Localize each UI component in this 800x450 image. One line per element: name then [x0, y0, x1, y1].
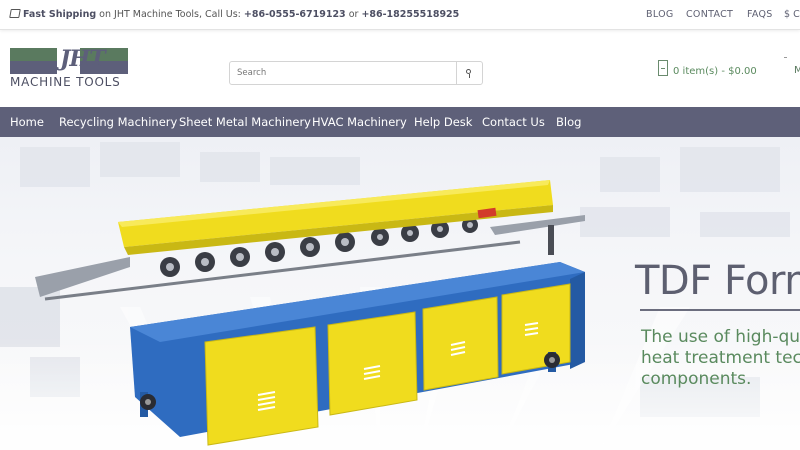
hero-banner[interactable]: TDF Form The use of high-qua heat treatm…: [0, 137, 800, 450]
site-logo[interactable]: JHT MACHINE TOOLS: [10, 46, 128, 89]
phone-2[interactable]: +86-18255518925: [361, 9, 459, 20]
hero-body-line: heat treatment tech: [641, 348, 800, 368]
hero-description: The use of high-qua heat treatment tech …: [641, 327, 800, 390]
logo-tagline: MACHINE TOOLS: [10, 75, 121, 89]
hero-divider: [640, 309, 800, 311]
top-link-blog[interactable]: BLOG: [646, 9, 674, 20]
nav-item-home[interactable]: Home: [10, 115, 44, 129]
shipping-bold: Fast Shipping: [23, 9, 97, 20]
top-link-contact[interactable]: CONTACT: [686, 9, 733, 20]
logo-bar: [10, 61, 57, 74]
shipping-info: Fast Shipping on JHT Machine Tools, Call…: [9, 9, 459, 20]
nav-item-blog[interactable]: Blog: [556, 115, 581, 129]
search-button[interactable]: [456, 62, 482, 84]
search-input[interactable]: [230, 62, 458, 84]
nav-item-hvac-machinery[interactable]: HVAC Machinery: [312, 115, 407, 129]
account-divider: [784, 57, 787, 58]
hero-body-line: The use of high-qua: [641, 327, 800, 347]
account-link[interactable]: M: [794, 65, 800, 76]
logo-bar: [10, 48, 57, 61]
hero-title: TDF Form: [635, 258, 800, 304]
nav-item-recycling-machinery[interactable]: Recycling Machinery: [59, 115, 177, 129]
logo-mark: JHT: [60, 46, 106, 72]
or-text: or: [345, 9, 362, 20]
cart-summary: 0 item(s) - $0.00: [673, 66, 757, 77]
truck-icon: [9, 9, 21, 18]
top-bar: Fast Shipping on JHT Machine Tools, Call…: [0, 0, 800, 30]
shipping-text: on JHT Machine Tools, Call Us:: [96, 9, 244, 20]
cart-icon: [658, 60, 668, 76]
search-icon: [466, 69, 471, 78]
nav-item-contact-us[interactable]: Contact Us: [482, 115, 545, 129]
top-link-faqs[interactable]: FAQS: [747, 9, 773, 20]
currency-selector[interactable]: $ CU: [784, 9, 800, 20]
phone-1[interactable]: +86-0555-6719123: [244, 9, 346, 20]
hero-body-line: components.: [641, 369, 752, 389]
nav-item-sheet-metal-machinery[interactable]: Sheet Metal Machinery: [179, 115, 311, 129]
main-nav: Home Recycling Machinery Sheet Metal Mac…: [0, 107, 800, 137]
nav-item-help-desk[interactable]: Help Desk: [414, 115, 472, 129]
search-box: [229, 61, 483, 85]
